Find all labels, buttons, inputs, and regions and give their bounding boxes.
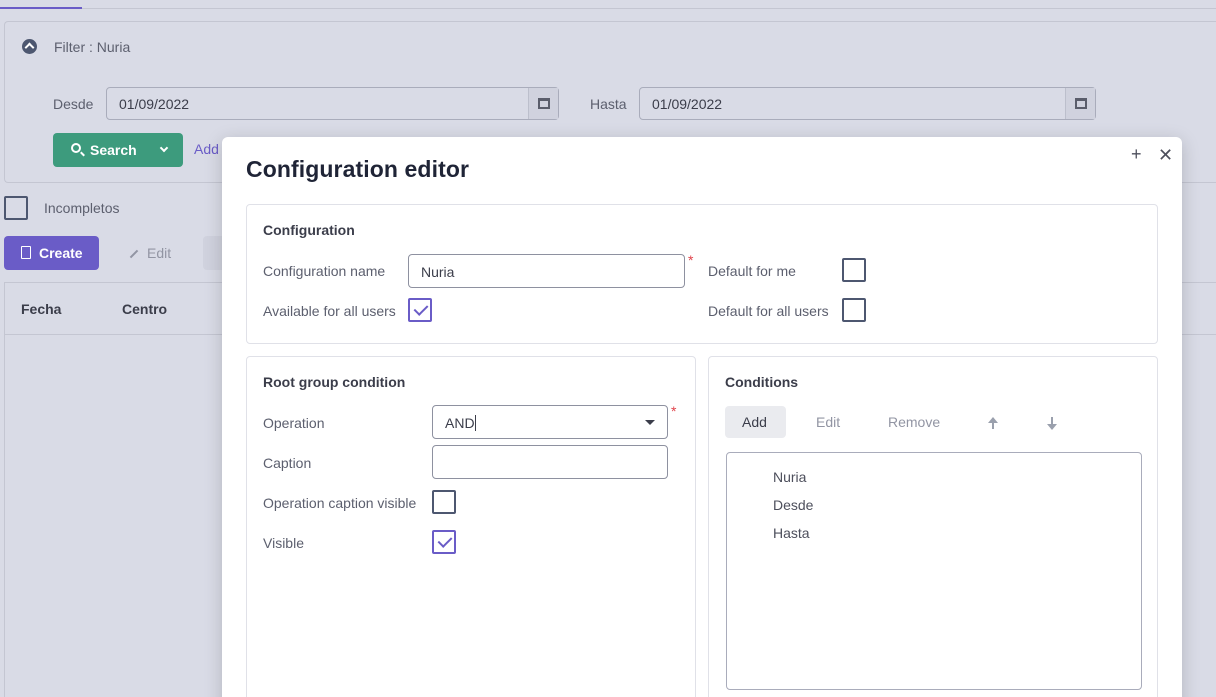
desde-date-field[interactable]: 01/09/2022 [106,87,559,120]
incompletos-label: Incompletos [44,200,120,216]
search-icon [71,143,81,153]
operation-select[interactable]: AND [432,405,668,439]
configuration-section-title: Configuration [263,222,355,238]
caption-input[interactable] [432,445,668,479]
add-condition-link[interactable]: Add [194,141,219,157]
conditions-list[interactable]: Nuria Desde Hasta [726,452,1142,690]
operation-caption-visible-checkbox[interactable] [432,490,456,514]
available-for-all-users-checkbox[interactable] [408,298,432,322]
list-item[interactable]: Desde [773,497,813,513]
add-condition-button[interactable]: Add [725,406,786,438]
configuration-name-value: Nuria [421,264,455,280]
visible-label: Visible [263,535,304,551]
conditions-section: Conditions Add Edit Remove Nuria Desde H… [708,356,1158,697]
conditions-title: Conditions [725,374,799,390]
add-condition-label: Add [742,414,767,430]
hasta-date-field[interactable]: 01/09/2022 [639,87,1096,120]
maximize-icon[interactable]: + [1131,145,1142,163]
available-for-all-users-label: Available for all users [263,303,396,319]
hasta-label: Hasta [590,96,627,112]
default-for-me-label: Default for me [708,263,796,279]
arrow-up-icon[interactable] [987,416,999,430]
column-header-centro[interactable]: Centro [122,301,167,317]
create-button[interactable]: Create [4,236,99,270]
desde-date-value: 01/09/2022 [119,96,190,112]
default-for-all-users-checkbox[interactable] [842,298,866,322]
remove-condition-button[interactable]: Remove [876,406,946,438]
required-marker: * [688,252,694,268]
create-button-label: Create [39,245,83,261]
pencil-icon [129,250,139,259]
list-item[interactable]: Hasta [773,525,810,541]
caption-label: Caption [263,455,312,471]
visible-checkbox[interactable] [432,530,456,554]
dropdown-caret-icon[interactable] [645,420,655,425]
configuration-name-label: Configuration name [263,263,386,279]
search-button-label: Search [90,142,137,158]
calendar-icon[interactable] [1065,88,1095,119]
calendar-icon[interactable] [528,88,558,119]
edit-condition-label: Edit [816,414,841,430]
incompletos-checkbox[interactable] [4,196,28,220]
filter-title: Filter : Nuria [54,39,131,55]
operation-label: Operation [263,415,325,431]
remove-condition-label: Remove [888,414,941,430]
dialog-title: Configuration editor [246,156,470,182]
configuration-section: Configuration Configuration name Nuria *… [246,204,1158,344]
column-header-fecha[interactable]: Fecha [21,301,61,317]
operation-caption-visible-label: Operation caption visible [263,495,417,511]
collapse-filter-icon[interactable] [22,39,37,54]
arrow-down-icon[interactable] [1046,416,1058,430]
close-icon[interactable]: ✕ [1158,146,1173,164]
file-icon [21,246,31,259]
edit-button[interactable]: Edit [129,245,171,261]
active-tab-indicator [0,7,82,9]
required-marker: * [671,403,677,419]
list-item[interactable]: Nuria [773,469,806,485]
chevron-down-icon[interactable] [159,143,169,153]
configuration-name-input[interactable]: Nuria [408,254,685,288]
desde-label: Desde [53,96,94,112]
edit-condition-button[interactable]: Edit [801,406,851,438]
root-group-condition-section: Root group condition Operation AND * Cap… [246,356,696,697]
edit-button-label: Edit [147,245,172,261]
default-for-me-checkbox[interactable] [842,258,866,282]
operation-value: AND [445,415,476,431]
hasta-date-value: 01/09/2022 [652,96,723,112]
default-for-all-users-label: Default for all users [708,303,829,319]
search-button[interactable]: Search [53,133,183,167]
top-tab-strip [0,0,1216,9]
configuration-editor-dialog: Configuration editor + ✕ Configuration C… [222,137,1182,697]
root-group-title: Root group condition [263,374,406,390]
